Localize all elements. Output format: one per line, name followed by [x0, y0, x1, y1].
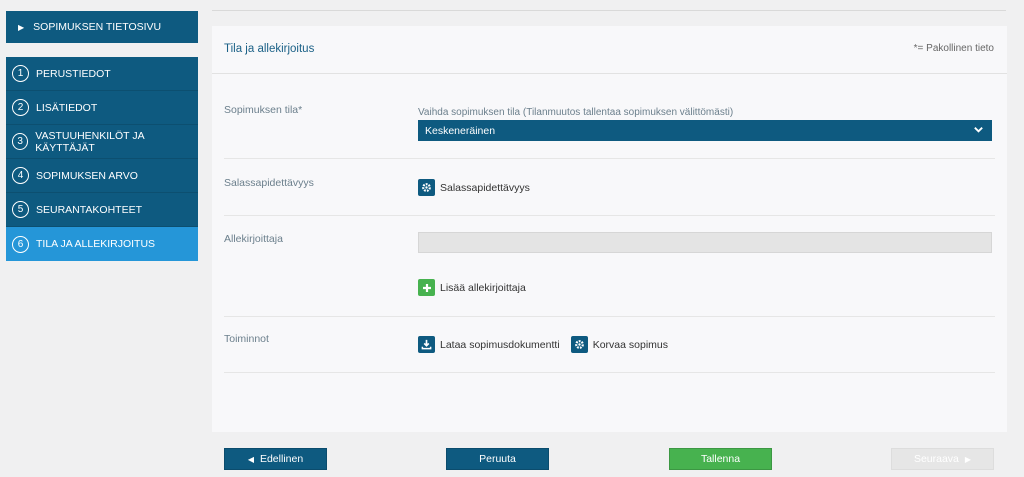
- signer-field[interactable]: [418, 232, 992, 253]
- status-value: Keskeneräinen: [425, 124, 496, 137]
- step-label: TILA JA ALLEKIRJOITUS: [36, 238, 156, 250]
- step-label: PERUSTIEDOT: [36, 67, 111, 80]
- caret-right-icon: ▶: [18, 22, 25, 32]
- caret-right-icon: ▶: [964, 454, 972, 464]
- save-label: Tallenna: [700, 453, 741, 465]
- download-document-button[interactable]: Lataa sopimusdokumentti: [418, 336, 560, 353]
- status-help-text: Vaihda sopimuksen tila (Tilanmuutos tall…: [418, 107, 734, 118]
- step-number: 2: [12, 99, 29, 116]
- replace-contract-button[interactable]: Korvaa sopimus: [570, 336, 669, 353]
- confidentiality-button-label: Salassapidettävyys: [440, 181, 530, 194]
- wizard-steps: 1 PERUSTIEDOT 2 LISÄTIEDOT 3 VASTUUHENKI…: [6, 57, 198, 261]
- previous-label: Edellinen: [259, 453, 304, 465]
- step-status-signature[interactable]: 6 TILA JA ALLEKIRJOITUS: [6, 227, 198, 261]
- panel-header: Tila ja allekirjoitus *= Pakollinen tiet…: [212, 26, 1007, 74]
- panel-title: Tila ja allekirjoitus: [224, 43, 315, 55]
- top-divider: [212, 0, 1006, 11]
- add-signer-label: Lisää allekirjoittaja: [440, 281, 526, 294]
- step-label: LISÄTIEDOT: [36, 101, 98, 114]
- step-additional-info[interactable]: 2 LISÄTIEDOT: [6, 91, 198, 125]
- confidentiality-label: Salassapidettävyys: [224, 177, 314, 189]
- step-label: SEURANTAKOHTEET: [36, 203, 142, 216]
- step-contract-value[interactable]: 4 SOPIMUKSEN ARVO: [6, 159, 198, 193]
- confidentiality-button[interactable]: Salassapidettävyys: [418, 179, 530, 196]
- status-signature-panel: Tila ja allekirjoitus *= Pakollinen tiet…: [212, 26, 1007, 432]
- chevron-down-icon: [973, 124, 984, 138]
- next-label: Seuraava: [913, 453, 959, 465]
- add-signer-button[interactable]: Lisää allekirjoittaja: [418, 279, 526, 296]
- contract-info-link[interactable]: ▶ SOPIMUKSEN TIETOSIVU: [6, 11, 198, 43]
- status-row: Sopimuksen tila* Vaihda sopimuksen tila …: [224, 74, 995, 159]
- step-label: VASTUUHENKILÖT JA KÄYTTÄJÄT: [35, 129, 144, 154]
- step-responsible-users[interactable]: 3 VASTUUHENKILÖT JA KÄYTTÄJÄT: [6, 125, 198, 159]
- caret-left-icon: ◀: [247, 454, 254, 464]
- status-select[interactable]: Keskeneräinen: [418, 120, 992, 141]
- step-number: 4: [12, 167, 29, 184]
- replace-contract-label: Korvaa sopimus: [592, 338, 669, 351]
- signer-row: Allekirjoittaja Lisää allekirjoittaja: [224, 216, 995, 317]
- step-tracking-items[interactable]: 5 SEURANTAKOHTEET: [6, 193, 198, 227]
- status-label: Sopimuksen tila*: [224, 104, 303, 116]
- cancel-button[interactable]: Peruuta: [446, 448, 549, 470]
- step-basic-info[interactable]: 1 PERUSTIEDOT: [6, 57, 198, 91]
- confidentiality-row: Salassapidettävyys Salassapidettävyys: [224, 159, 995, 216]
- contract-info-label: SOPIMUKSEN TIETOSIVU: [33, 21, 162, 33]
- gear-icon: [570, 336, 588, 353]
- step-number: 5: [12, 201, 29, 218]
- download-icon: [418, 336, 435, 353]
- next-button[interactable]: Seuraava ▶: [891, 448, 994, 470]
- step-number: 3: [12, 133, 29, 150]
- gear-icon: [418, 179, 435, 196]
- step-number: 1: [12, 65, 29, 82]
- required-note: *= Pakollinen tieto: [913, 43, 994, 54]
- download-document-label: Lataa sopimusdokumentti: [440, 338, 560, 351]
- step-number: 6: [12, 235, 29, 253]
- previous-button[interactable]: ◀ Edellinen: [224, 448, 327, 470]
- cancel-label: Peruuta: [479, 453, 516, 465]
- actions-label: Toiminnot: [224, 333, 269, 345]
- save-button[interactable]: Tallenna: [669, 448, 772, 470]
- step-label: SOPIMUKSEN ARVO: [36, 169, 138, 182]
- signer-label: Allekirjoittaja: [224, 233, 283, 245]
- plus-icon: [418, 279, 435, 296]
- actions-row: Toiminnot Lataa sopimusdokumentti Korvaa…: [224, 317, 995, 373]
